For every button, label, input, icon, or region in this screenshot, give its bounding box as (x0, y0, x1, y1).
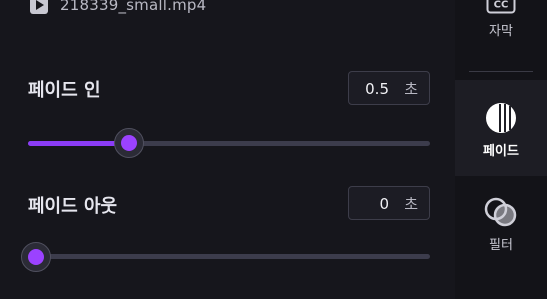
svg-text:CC: CC (494, 0, 509, 11)
fade-in-unit: 초 (404, 80, 418, 98)
fade-in-slider-thumb[interactable] (114, 128, 144, 158)
sidebar-item-filter[interactable]: 필터 (455, 196, 547, 266)
sidebar-item-label: 필터 (489, 238, 513, 253)
fade-out-label: 페이드 아웃 (28, 196, 118, 217)
fade-in-value: 0.5 (365, 80, 389, 98)
fade-icon (486, 103, 516, 133)
fade-out-value: 0 (379, 195, 389, 213)
fade-in-slider-track[interactable] (28, 141, 430, 146)
sidebar: CC 자막 페이드 필터 (455, 0, 547, 299)
fade-out-slider-thumb[interactable] (21, 242, 51, 272)
fade-out-slider-track[interactable] (28, 254, 430, 259)
file-name: 218339_small.mp4 (60, 0, 207, 14)
sidebar-divider (469, 71, 533, 72)
fade-settings-panel: 218339_small.mp4 페이드 인 0.5 초 페이드 아웃 0 초 (0, 0, 455, 299)
fade-out-unit: 초 (404, 195, 418, 213)
file-row: 218339_small.mp4 (30, 0, 206, 17)
fade-in-label: 페이드 인 (28, 80, 101, 101)
sidebar-item-fade[interactable]: 페이드 (455, 80, 547, 176)
filter-icon (484, 197, 517, 227)
fade-in-input[interactable]: 0.5 초 (348, 71, 430, 105)
sidebar-item-subtitles[interactable]: CC 자막 (455, 0, 547, 56)
play-file-icon (30, 0, 48, 14)
sidebar-item-label: 자막 (489, 24, 513, 39)
sidebar-item-label: 페이드 (483, 144, 519, 159)
fade-out-input[interactable]: 0 초 (348, 186, 430, 220)
cc-icon: CC (486, 0, 516, 14)
